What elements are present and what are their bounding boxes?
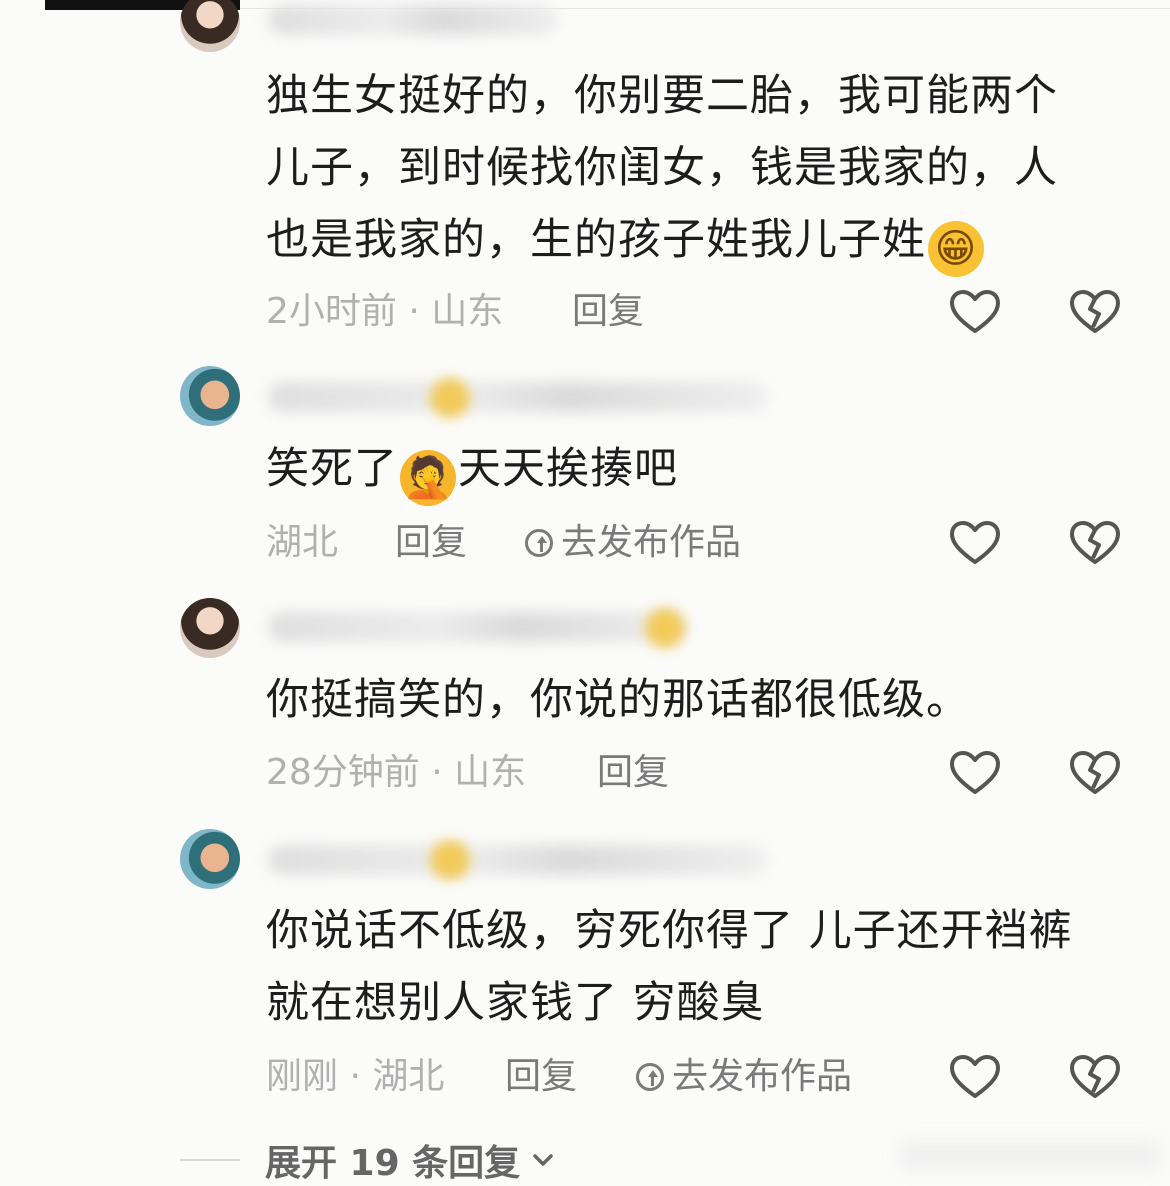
broken-heart-icon[interactable] [1068, 518, 1122, 568]
username-blurred[interactable] [268, 612, 688, 642]
broken-heart-icon[interactable] [1068, 1052, 1122, 1102]
facepalm-emoji-icon: 🤦 [400, 450, 456, 506]
username-blurred[interactable] [268, 5, 558, 35]
comment-text: 你说话不低级，穷死你得了 儿子还开裆裤就在想别人家钱了 穷酸臭 [266, 906, 1073, 1028]
publish-label: 去发布作品 [672, 1056, 853, 1097]
comment-text: 笑死了 🤦 天天挨揍吧 [266, 433, 1096, 506]
username-blurred[interactable] [268, 382, 768, 412]
username-emoji-blurred [430, 378, 470, 418]
divider [180, 1159, 240, 1161]
username-emoji-blurred [645, 608, 685, 648]
upload-circle-icon [636, 1063, 664, 1091]
broken-heart-icon[interactable] [1068, 748, 1122, 798]
heart-outline-icon[interactable] [948, 748, 1002, 798]
avatar[interactable] [180, 0, 240, 52]
username-emoji-blurred [430, 840, 470, 880]
avatar[interactable] [180, 598, 240, 658]
comment-text: 独生女挺好的，你别要二胎，我可能两个儿子，到时候找你闺女，钱是我家的，人也是我家… [266, 60, 1096, 277]
expand-replies-label: 展开 19 条回复 [265, 1143, 521, 1184]
avatar[interactable] [180, 366, 240, 426]
grin-emoji-icon: 😁 [928, 221, 984, 277]
comment-meta: 湖北 [266, 522, 339, 563]
heart-outline-icon[interactable] [948, 1052, 1002, 1102]
reply-button[interactable]: 回复 [597, 748, 669, 798]
heart-outline-icon[interactable] [948, 518, 1002, 568]
reply-button[interactable]: 回复 [505, 1052, 577, 1102]
avatar[interactable] [180, 829, 240, 889]
comment-text: 你挺搞笑的，你说的那话都很低级。 [266, 675, 970, 725]
username-blurred[interactable] [268, 845, 768, 875]
publish-work-button[interactable]: 去发布作品 [525, 518, 741, 568]
heart-outline-icon[interactable] [948, 287, 1002, 337]
chevron-down-icon [533, 1154, 553, 1166]
reply-button[interactable]: 回复 [395, 518, 467, 568]
expand-replies-button[interactable]: 展开 19 条回复 [180, 1135, 556, 1185]
watermark-blurred [900, 1140, 1160, 1170]
broken-heart-icon[interactable] [1068, 287, 1122, 337]
reply-button[interactable]: 回复 [572, 287, 644, 337]
comment-meta: 2小时前 · 山东 [266, 291, 504, 332]
upload-circle-icon [525, 529, 553, 557]
comment-meta: 28分钟前 · 山东 [266, 752, 527, 793]
comment-meta: 刚刚 · 湖北 [266, 1056, 445, 1097]
publish-work-button[interactable]: 去发布作品 [636, 1052, 852, 1102]
publish-label: 去发布作品 [561, 522, 742, 563]
